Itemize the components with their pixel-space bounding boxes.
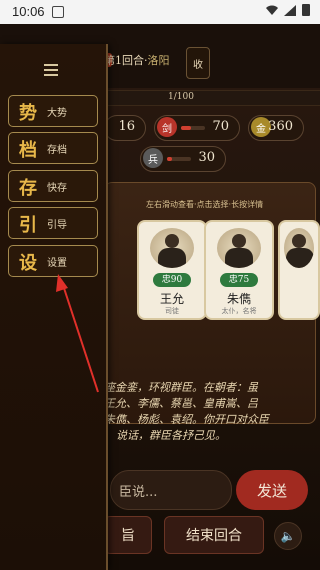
menu-item-glyph: 设 bbox=[19, 253, 37, 274]
speech-input[interactable]: 臣说... bbox=[110, 470, 232, 510]
minister-card[interactable]: 忠90 王允 司徒 bbox=[137, 220, 207, 320]
story-text: 座金銮，环视群臣。在朝者：虽 王允、李儒、蔡邕、皇甫嵩、吕 朱儁、杨彪、袁绍。你… bbox=[104, 380, 304, 444]
minister-role: 太仆，名将 bbox=[221, 307, 257, 315]
round-text: 第1回合· bbox=[104, 54, 148, 67]
menu-item-label: 大势 bbox=[47, 108, 67, 119]
loyalty-badge: 忠90 bbox=[153, 273, 191, 287]
menu-item-save[interactable]: 档 存档 bbox=[8, 132, 98, 164]
menu-item-glyph: 引 bbox=[19, 215, 37, 236]
app-notification-icon bbox=[52, 6, 64, 18]
loyalty-badge: 忠75 bbox=[220, 273, 258, 287]
turn-progress-label: 1/100 bbox=[168, 92, 194, 102]
status-icons bbox=[266, 4, 310, 16]
stat-troops: 兵 30 bbox=[140, 146, 226, 172]
minister-role: 司徒 bbox=[165, 307, 179, 315]
troops-bar bbox=[167, 157, 191, 161]
minister-portrait bbox=[150, 228, 194, 268]
stat-gold: 金 360 bbox=[248, 115, 304, 141]
panel-tip: 左右滑动查看·点击选择·长按详情 bbox=[146, 200, 264, 209]
status-bar: 10:06 bbox=[0, 0, 320, 24]
minister-card[interactable]: 忠75 朱儁 太仆，名将 bbox=[204, 220, 274, 320]
sword-icon: 剑 bbox=[157, 117, 177, 137]
minister-name: 朱儁 bbox=[226, 292, 251, 306]
story-line: 朱儁、杨彪、袁绍。你开口对众臣 bbox=[104, 413, 269, 426]
status-time: 10:06 bbox=[12, 4, 45, 19]
story-line: 王允、李儒、蔡邕、皇甫嵩、吕 bbox=[104, 397, 258, 410]
menu-item-label: 设置 bbox=[47, 258, 67, 269]
story-line: 座金銮，环视群臣。在朝者：虽 bbox=[104, 381, 258, 394]
wifi-icon bbox=[266, 5, 278, 15]
menu-item-glyph: 存 bbox=[19, 178, 37, 199]
stat-people: 16 bbox=[104, 115, 146, 141]
stat-value: 16 bbox=[118, 119, 135, 134]
collapse-button[interactable]: 收 bbox=[186, 47, 210, 79]
stat-value: 30 bbox=[198, 150, 215, 165]
menu-item-quicksave[interactable]: 存 快存 bbox=[8, 170, 98, 202]
minister-portrait bbox=[284, 228, 314, 268]
minister-portrait bbox=[217, 228, 261, 268]
round-label: 第1回合·洛阳 bbox=[104, 52, 170, 68]
send-button[interactable]: 发送 bbox=[236, 470, 308, 510]
battery-icon bbox=[302, 4, 310, 16]
minister-card-partial[interactable] bbox=[278, 220, 320, 320]
menu-item-label: 快存 bbox=[47, 183, 67, 194]
city-name: 洛阳 bbox=[147, 54, 170, 67]
side-drawer: 势 大势 档 存档 存 快存 引 引导 设 设置 bbox=[0, 44, 108, 570]
menu-item-label: 存档 bbox=[47, 145, 67, 156]
speech-input-placeholder: 臣说... bbox=[119, 485, 158, 500]
menu-item-guide[interactable]: 引 引导 bbox=[8, 207, 98, 239]
military-bar bbox=[181, 126, 205, 130]
stat-value: 70 bbox=[212, 119, 229, 134]
troops-icon: 兵 bbox=[143, 148, 163, 168]
stat-value: 360 bbox=[268, 119, 293, 134]
menu-item-glyph: 势 bbox=[19, 103, 37, 124]
minister-name: 王允 bbox=[159, 292, 184, 306]
edict-button[interactable]: 旨 bbox=[104, 516, 152, 554]
signal-icon bbox=[284, 4, 296, 16]
menu-item-settings[interactable]: 设 设置 bbox=[8, 245, 98, 277]
menu-item-label: 引导 bbox=[47, 220, 67, 231]
menu-icon[interactable] bbox=[44, 64, 58, 76]
menu-item-glyph: 档 bbox=[19, 140, 37, 161]
story-line: 说话，群臣各抒己见。 bbox=[116, 429, 226, 442]
end-round-button[interactable]: 结束回合 bbox=[164, 516, 264, 554]
speaker-icon[interactable]: 🔈 bbox=[274, 522, 302, 550]
menu-item-situation[interactable]: 势 大势 bbox=[8, 95, 98, 127]
stat-military: 剑 70 bbox=[154, 115, 240, 141]
turn-progress-bar: 1/100 bbox=[104, 90, 320, 106]
